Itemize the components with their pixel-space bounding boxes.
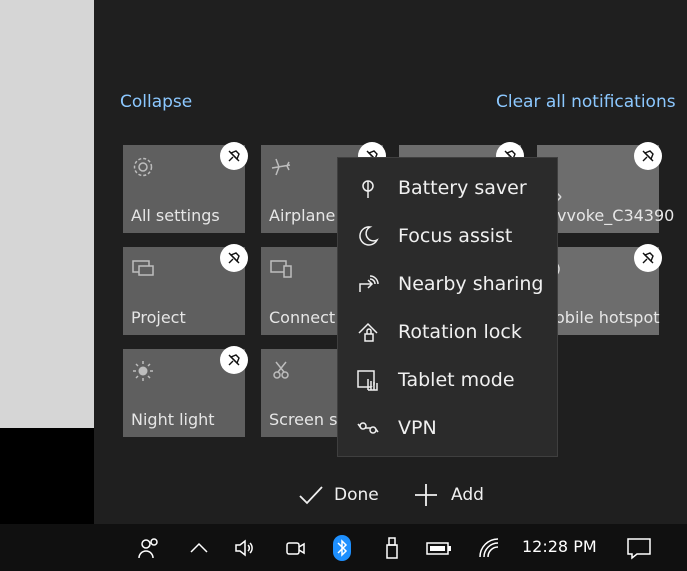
people-icon[interactable] bbox=[137, 536, 161, 560]
menu-item-battery-saver[interactable]: Battery saver bbox=[338, 166, 557, 210]
vpn-icon bbox=[357, 422, 379, 434]
unpin-icon bbox=[228, 252, 240, 264]
done-button[interactable]: Done bbox=[298, 480, 379, 510]
night-light-icon bbox=[133, 361, 153, 381]
unpin-icon bbox=[228, 150, 240, 162]
tablet-mode-icon bbox=[357, 370, 378, 391]
gear-icon bbox=[133, 157, 153, 177]
battery-saver-icon bbox=[362, 180, 374, 198]
bluetooth-glyph-icon bbox=[337, 539, 348, 557]
rotation-lock-icon bbox=[358, 322, 378, 342]
checkmark-icon bbox=[299, 486, 323, 505]
volume-icon[interactable] bbox=[233, 536, 257, 560]
menu-item-label: Focus assist bbox=[398, 225, 513, 247]
screen-snip-icon bbox=[273, 361, 289, 379]
meet-now-icon[interactable] bbox=[283, 536, 307, 560]
menu-item-label: Nearby sharing bbox=[398, 273, 544, 295]
collapse-link[interactable]: Collapse bbox=[120, 92, 192, 112]
menu-item-tablet-mode[interactable]: Tablet mode bbox=[338, 358, 557, 402]
menu-item-vpn[interactable]: VPN bbox=[338, 406, 557, 450]
usb-icon[interactable] bbox=[380, 536, 404, 560]
tile-label: Night light bbox=[131, 410, 215, 429]
wifi-icon[interactable] bbox=[477, 536, 501, 560]
tile-label: Connect bbox=[269, 308, 336, 327]
menu-item-label: Battery saver bbox=[398, 177, 527, 199]
unpin-button[interactable] bbox=[220, 142, 248, 170]
unpin-icon bbox=[642, 150, 654, 162]
notifications-icon[interactable] bbox=[626, 536, 652, 560]
add-label: Add bbox=[451, 485, 484, 505]
menu-item-label: Rotation lock bbox=[398, 321, 522, 343]
airplane-icon bbox=[271, 158, 291, 176]
clock[interactable]: 12:28 PM bbox=[522, 537, 597, 556]
tile-label: Project bbox=[131, 308, 186, 327]
plus-icon bbox=[415, 484, 437, 506]
nearby-sharing-icon bbox=[359, 275, 379, 292]
tile-label: vvoke_C34390 bbox=[557, 206, 675, 225]
bluetooth-icon[interactable] bbox=[333, 535, 351, 561]
menu-item-focus-assist[interactable]: Focus assist bbox=[338, 214, 557, 258]
unpin-icon bbox=[228, 354, 240, 366]
unpin-button[interactable] bbox=[634, 142, 662, 170]
unpin-button[interactable] bbox=[634, 244, 662, 272]
unpin-button[interactable] bbox=[220, 346, 248, 374]
menu-item-label: Tablet mode bbox=[398, 369, 515, 391]
done-label: Done bbox=[334, 485, 379, 505]
add-quick-action-menu: Battery saver Focus assist Nearby sharin… bbox=[337, 157, 558, 457]
project-icon bbox=[132, 260, 154, 276]
tile-label: All settings bbox=[131, 206, 220, 225]
taskbar: 12:28 PM bbox=[0, 524, 687, 571]
clear-all-notifications-link[interactable]: Clear all notifications bbox=[496, 92, 676, 112]
menu-item-nearby-sharing[interactable]: Nearby sharing bbox=[338, 262, 557, 306]
connect-icon bbox=[270, 260, 292, 278]
chevron-up-icon[interactable] bbox=[187, 536, 211, 560]
unpin-icon bbox=[642, 252, 654, 264]
desktop-background bbox=[0, 0, 94, 428]
unpin-button[interactable] bbox=[220, 244, 248, 272]
battery-icon[interactable] bbox=[425, 536, 453, 560]
tile-label: Screen sn bbox=[269, 410, 348, 429]
tile-label: obile hotspot bbox=[555, 308, 660, 327]
add-button[interactable]: Add bbox=[414, 480, 484, 510]
moon-icon bbox=[359, 226, 379, 246]
menu-item-rotation-lock[interactable]: Rotation lock bbox=[338, 310, 557, 354]
menu-item-label: VPN bbox=[398, 417, 437, 439]
